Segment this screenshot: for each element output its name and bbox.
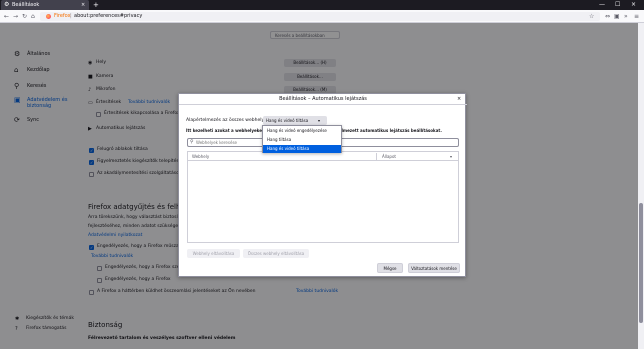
option-label: Hang tiltása (267, 137, 292, 142)
remove-website-button[interactable]: Webhely eltávolítása (187, 249, 240, 258)
dialog-title: Beállítások – Automatikus lejátszás (279, 96, 367, 102)
sort-chevron-icon: ▾ (450, 154, 453, 159)
website-list[interactable]: Webhely Állapot ▾ (187, 151, 459, 243)
default-autoplay-label: Alapértelmezés az összes webhelyhez: (186, 118, 274, 123)
new-tab-button[interactable]: + (93, 1, 99, 9)
column-divider (376, 153, 377, 160)
cancel-button[interactable]: Mégse (377, 263, 403, 273)
option-label: Hang és videó tiltása (267, 146, 310, 151)
extensions-icon[interactable]: ⇔ (605, 13, 610, 20)
url-bar[interactable]: Firefox | about:preferences#privacy ☆ (40, 12, 600, 21)
chevron-down-icon: ▾ (318, 118, 321, 123)
maximize-button[interactable]: ☐ (615, 1, 620, 9)
button-label: Változtatások mentése (411, 266, 457, 271)
url-brand: Firefox (54, 13, 71, 19)
column-header-website[interactable]: Webhely (192, 153, 209, 160)
button-label: Mégse (383, 266, 397, 271)
option-label: Hang és videó engedélyezése (267, 128, 327, 133)
dialog-divider (179, 104, 467, 105)
column-header-status[interactable]: Állapot (382, 153, 396, 160)
nav-bar: ← → ↻ ⌂ Firefox | about:preferences#priv… (0, 10, 644, 23)
close-tab-icon[interactable]: × (81, 2, 85, 8)
page-scrollbar[interactable] (638, 23, 644, 349)
minimize-button[interactable]: — (599, 1, 605, 9)
autoplay-options-popup: Hang és videó engedélyezése Hang tiltása… (262, 125, 342, 153)
select-value: Hang és videó tiltása (266, 118, 309, 123)
menu-icon[interactable]: ≡ (634, 13, 639, 20)
tab-preferences[interactable]: ⚙ Beállítások × (1, 0, 89, 10)
account-icon[interactable]: ▣ (614, 13, 620, 20)
button-label: Összes webhely eltávolítása (247, 251, 305, 256)
popup-option-allow[interactable]: Hang és videó engedélyezése (263, 127, 341, 135)
firefox-icon (46, 14, 51, 19)
url-text[interactable]: about:preferences#privacy (74, 14, 142, 19)
popup-option-block-all[interactable]: Hang és videó tiltása (263, 145, 341, 153)
close-window-button[interactable]: × (631, 1, 636, 9)
home-icon[interactable]: ⌂ (31, 13, 35, 20)
back-icon[interactable]: ← (4, 13, 9, 20)
url-separator: | (70, 13, 72, 19)
default-autoplay-select[interactable]: Hang és videó tiltása ▾ (263, 116, 327, 125)
overflow-icon[interactable]: » (624, 13, 628, 20)
gear-icon: ⚙ (4, 1, 10, 8)
tab-title: Beállítások (12, 2, 40, 8)
tab-strip: ⚙ Beállítások × + — ☐ × (0, 0, 644, 10)
button-label: Webhely eltávolítása (192, 251, 235, 256)
popup-option-block-audio[interactable]: Hang tiltása (263, 136, 341, 144)
scrollbar-thumb[interactable] (639, 203, 643, 323)
reload-icon[interactable]: ↻ (22, 13, 27, 20)
dialog-close-button[interactable]: × (457, 96, 461, 102)
forward-icon[interactable]: → (13, 13, 18, 20)
autoplay-settings-dialog: Beállítások – Automatikus lejátszás × Al… (178, 93, 467, 277)
save-changes-button[interactable]: Változtatások mentése (408, 263, 460, 273)
website-list-header: Webhely Állapot ▾ (188, 152, 458, 161)
search-icon: ⚲ (190, 139, 194, 145)
bookmark-star-icon[interactable]: ☆ (589, 13, 594, 20)
remove-all-websites-button[interactable]: Összes webhely eltávolítása (243, 249, 309, 258)
